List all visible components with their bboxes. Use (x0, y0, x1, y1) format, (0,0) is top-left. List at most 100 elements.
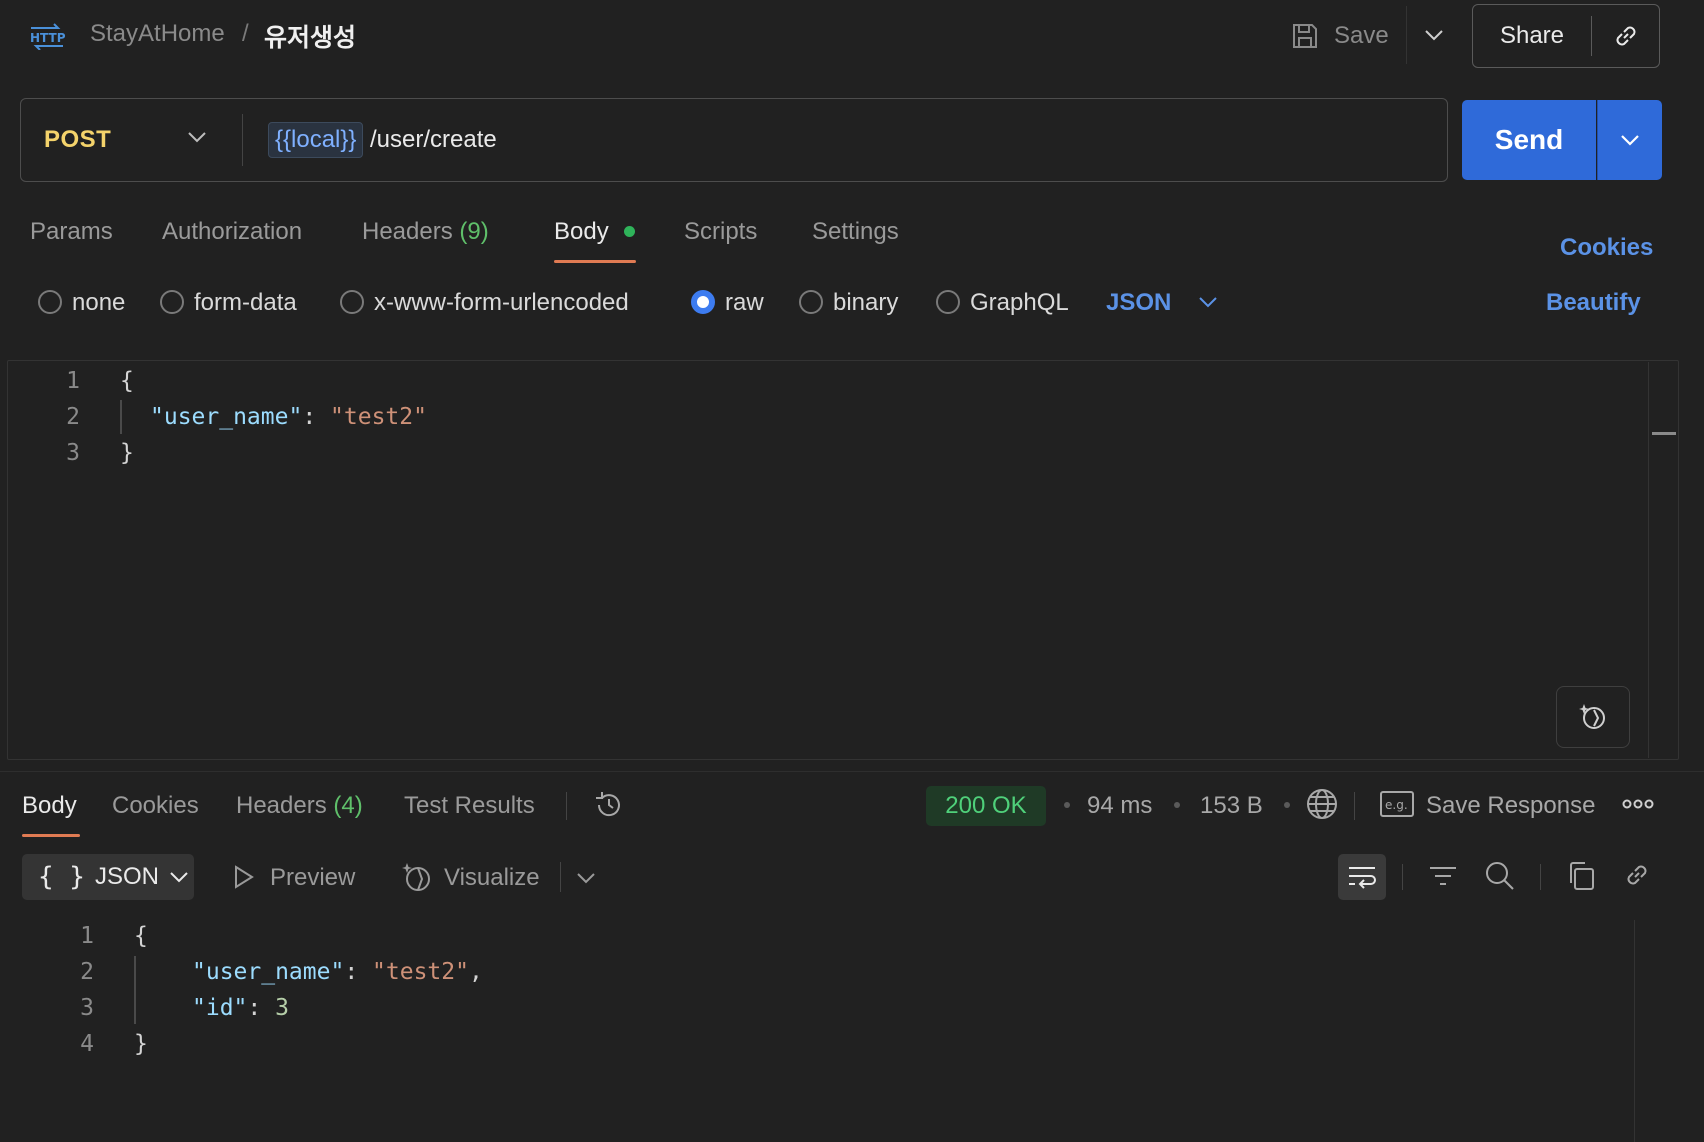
code-line: } (134, 1031, 148, 1057)
response-tab-headers-count: (4) (333, 792, 363, 819)
tab-headers[interactable]: Headers (9) (362, 218, 489, 246)
breadcrumb-separator: / (242, 20, 249, 47)
method-divider (242, 114, 243, 166)
response-tab-cookies[interactable]: Cookies (112, 792, 199, 820)
line-number: 3 (66, 440, 80, 466)
radio-label-urlencoded[interactable]: x-www-form-urlencoded (374, 289, 629, 317)
line-number: 1 (66, 368, 80, 394)
copy-icon[interactable] (1566, 860, 1596, 892)
response-format-label: JSON (94, 863, 159, 890)
divider (1354, 792, 1355, 820)
response-scrollbar[interactable] (1634, 920, 1635, 1142)
line-number: 3 (80, 995, 94, 1021)
divider (560, 862, 561, 892)
response-time[interactable]: 94 ms (1087, 792, 1152, 820)
copy-link-button[interactable] (1592, 21, 1659, 51)
save-response-button[interactable]: Save Response (1426, 792, 1595, 820)
chevron-down-icon (1619, 133, 1641, 147)
code-line: { (134, 923, 148, 949)
response-tab-headers[interactable]: Headers (4) (236, 792, 363, 820)
editor-scrollbar[interactable] (1648, 362, 1649, 758)
method-select[interactable]: POST (44, 126, 111, 154)
chevron-down-icon (169, 871, 189, 883)
chevron-down-icon[interactable] (1198, 296, 1218, 308)
svg-text:HTTP: HTTP (30, 31, 66, 45)
response-size[interactable]: 153 B (1200, 792, 1263, 820)
preview-button[interactable]: Preview (270, 864, 355, 892)
response-divider[interactable] (0, 771, 1704, 772)
url-input[interactable]: /user/create (370, 126, 497, 154)
link-icon[interactable] (1622, 860, 1652, 890)
radio-label-form-data[interactable]: form-data (194, 289, 297, 317)
language-select[interactable]: JSON (1106, 289, 1171, 317)
save-button[interactable]: Save (1290, 18, 1389, 54)
tab-authorization[interactable]: Authorization (162, 218, 302, 246)
sparkle-icon (1576, 700, 1610, 734)
link-icon (1611, 21, 1641, 51)
indent-guide (120, 400, 122, 434)
tab-scripts[interactable]: Scripts (684, 218, 757, 246)
share-group: Share (1472, 4, 1660, 68)
chevron-down-icon[interactable] (186, 130, 208, 144)
tab-body[interactable]: Body (554, 218, 609, 246)
svg-text:e.g.: e.g. (1385, 798, 1408, 812)
json-value: "test2" (372, 959, 469, 985)
save-options-button[interactable] (1406, 6, 1460, 64)
beautify-button[interactable]: Beautify (1546, 289, 1641, 317)
status-badge[interactable]: 200 OK (926, 786, 1046, 826)
tab-headers-label: Headers (362, 218, 453, 245)
radio-label-graphql[interactable]: GraphQL (970, 289, 1069, 317)
globe-icon[interactable] (1305, 787, 1339, 821)
response-tab-headers-label: Headers (236, 792, 327, 819)
radio-form-data[interactable] (160, 290, 184, 314)
breadcrumb-collection[interactable]: StayAtHome (90, 20, 225, 48)
response-tab-test-results[interactable]: Test Results (404, 792, 535, 820)
response-tab-body[interactable]: Body (22, 792, 77, 820)
more-options-icon[interactable] (1622, 798, 1654, 810)
json-key: "user_name" (150, 404, 303, 430)
response-format-select[interactable]: { } JSON (22, 854, 194, 900)
radio-raw[interactable] (691, 290, 715, 314)
json-colon: : (344, 959, 373, 985)
request-title[interactable]: 유저생성 (264, 18, 356, 54)
cookies-link[interactable]: Cookies (1560, 234, 1653, 262)
radio-urlencoded[interactable] (340, 290, 364, 314)
radio-label-none[interactable]: none (72, 289, 125, 317)
radio-binary[interactable] (799, 290, 823, 314)
line-number: 2 (80, 959, 94, 985)
send-button[interactable]: Send (1462, 100, 1596, 180)
radio-label-binary[interactable]: binary (833, 289, 898, 317)
tab-settings[interactable]: Settings (812, 218, 899, 246)
json-key: "id" (192, 995, 248, 1021)
wrap-lines-button[interactable] (1338, 854, 1386, 900)
code-line: } (120, 440, 134, 466)
tab-params[interactable]: Params (30, 218, 113, 246)
json-comma: , (468, 959, 483, 985)
code-line: "user_name": "test2", (192, 959, 483, 985)
ai-assist-button[interactable] (1556, 686, 1630, 748)
separator-dot (1284, 802, 1290, 808)
url-variable[interactable]: {{local}} (268, 122, 364, 158)
json-colon: : (302, 404, 331, 430)
radio-graphql[interactable] (936, 290, 960, 314)
chevron-down-icon[interactable] (576, 872, 596, 884)
active-tab-indicator (22, 834, 80, 837)
json-value: "test2" (330, 404, 427, 430)
line-number: 1 (80, 923, 94, 949)
body-modified-dot (624, 226, 635, 237)
search-icon[interactable] (1484, 860, 1516, 892)
share-button[interactable]: Share (1473, 22, 1591, 50)
filter-icon[interactable] (1428, 864, 1458, 890)
radio-none[interactable] (38, 290, 62, 314)
save-label: Save (1334, 22, 1389, 49)
wrap-icon (1347, 864, 1377, 890)
save-icon (1290, 21, 1320, 51)
line-number: 2 (66, 404, 80, 430)
history-icon[interactable] (592, 788, 626, 822)
send-options-button[interactable] (1597, 100, 1662, 180)
visualize-button[interactable]: Visualize (444, 864, 540, 892)
radio-label-raw[interactable]: raw (725, 289, 764, 317)
code-line: "id": 3 (192, 995, 289, 1021)
active-tab-indicator (554, 260, 636, 263)
tab-headers-count: (9) (459, 218, 489, 245)
